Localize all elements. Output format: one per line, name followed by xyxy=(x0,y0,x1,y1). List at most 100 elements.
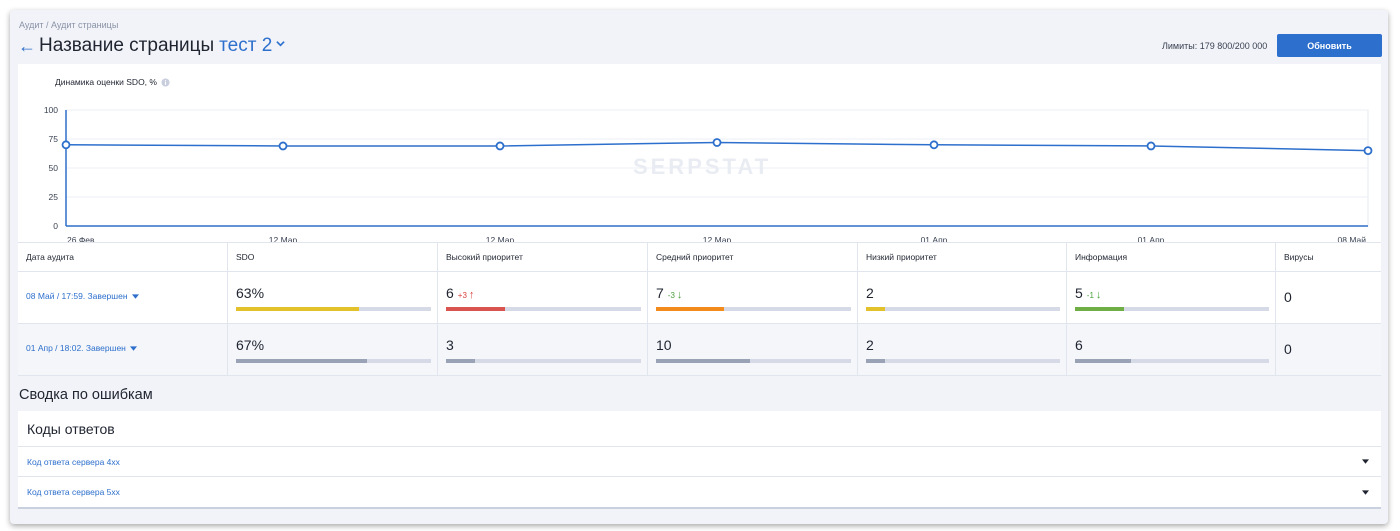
header-info: Информация xyxy=(1067,243,1276,271)
high-bar xyxy=(446,307,641,311)
code-5xx-link[interactable]: Код ответа сервера 5xx xyxy=(27,487,120,497)
arrow-down-icon: ↓ xyxy=(1095,289,1102,301)
page-title: Название страницы xyxy=(39,35,215,56)
bar-fill xyxy=(1075,307,1124,311)
arrow-down-icon: ↓ xyxy=(676,289,683,301)
breadcrumb-current: Аудит страницы xyxy=(51,20,119,30)
breadcrumb-root[interactable]: Аудит xyxy=(19,20,44,30)
bar-fill xyxy=(866,307,886,311)
caret-down-icon[interactable] xyxy=(1362,459,1369,464)
high-delta: +3 xyxy=(457,291,467,300)
arrow-up-icon: ↑ xyxy=(468,289,475,301)
cell-low: 2 xyxy=(858,272,1067,323)
chart-title: Динамика оценки SDO, % xyxy=(55,77,157,87)
watermark: SERPSTAT xyxy=(633,154,771,179)
low-bar xyxy=(866,307,1060,311)
code-4xx-link[interactable]: Код ответа сервера 4xx xyxy=(27,457,120,467)
table-row: 08 Май / 17:59. Завершен 63% 6 +3 ↑ 7 -3 ↓ 2… xyxy=(18,272,1381,324)
cell-sdo: 63% xyxy=(228,272,438,323)
cell-info: 6 xyxy=(1067,324,1276,375)
header-virus: Вирусы xyxy=(1284,252,1314,262)
limits-text: Лимиты: 179 800/200 000 xyxy=(1162,41,1268,51)
bar-fill xyxy=(656,307,725,311)
info-delta: -1 xyxy=(1086,291,1094,300)
refresh-button[interactable]: Обновить xyxy=(1277,34,1382,57)
cell-date: 01 Апр / 18:02. Завершен xyxy=(18,324,228,375)
x-tick-label: 01 Апр xyxy=(921,235,948,242)
chevron-down-icon[interactable] xyxy=(276,39,285,48)
bar-fill xyxy=(446,359,476,363)
high-bar xyxy=(446,359,641,363)
info-value: 6 xyxy=(1075,337,1083,353)
sdo-value: 67% xyxy=(236,337,265,353)
data-point xyxy=(1146,141,1156,151)
bar-fill xyxy=(236,359,367,363)
x-tick-label: 12 Мар xyxy=(703,235,732,242)
caret-down-icon[interactable] xyxy=(1362,489,1369,495)
bar-fill xyxy=(1075,359,1132,363)
medium-bar xyxy=(656,359,851,363)
y-tick-label: 75 xyxy=(49,134,59,144)
cell-low: 2 xyxy=(858,324,1067,375)
sdo-bar xyxy=(236,307,431,311)
bar-fill xyxy=(446,307,505,311)
x-tick-label: 26 Фев xyxy=(67,235,95,242)
arrow-left-icon[interactable]: ← xyxy=(18,37,36,55)
data-point xyxy=(278,141,288,151)
info-bar xyxy=(1075,307,1269,311)
audit-date-label: 08 Май / 17:59. Завершен xyxy=(26,291,128,301)
breadcrumb-separator: / xyxy=(43,20,52,30)
info-value: 5 xyxy=(1075,285,1083,301)
cell-sdo: 67% xyxy=(228,324,438,375)
cell-medium: 7 -3 ↓ xyxy=(648,272,858,323)
info-icon[interactable] xyxy=(161,77,170,87)
table-header: Дата аудита SDO Высокий приоритет Средни… xyxy=(18,243,1381,272)
header-low: Низкий приоритет xyxy=(858,243,1067,271)
cell-high: 3 xyxy=(438,324,648,375)
medium-bar xyxy=(656,307,851,311)
bar-fill xyxy=(866,359,886,363)
list-item[interactable]: Код ответа сервера 5xx xyxy=(18,477,1381,507)
app-frame: Аудит / Аудит страницы ← Название страни… xyxy=(10,10,1388,524)
header-medium: Средний приоритет xyxy=(648,243,858,271)
response-codes-card: Коды ответов Код ответа сервера 4xx Код … xyxy=(18,411,1381,509)
response-codes-title: Коды ответов xyxy=(18,411,1381,447)
high-value: 6 xyxy=(446,285,454,301)
bar-fill xyxy=(236,307,359,311)
low-value: 2 xyxy=(866,337,874,353)
x-tick-label: 01 Апр xyxy=(1138,235,1165,242)
caret-down-icon xyxy=(129,345,137,351)
virus-value: 0 xyxy=(1284,341,1292,357)
header-high: Высокий приоритет xyxy=(438,243,648,271)
chart-title-wrap: Динамика оценки SDO, % xyxy=(55,77,170,87)
low-value: 2 xyxy=(866,285,874,301)
data-point xyxy=(495,141,505,151)
sdo-value: 63% xyxy=(236,285,265,301)
info-bar xyxy=(1075,359,1269,363)
cell-virus: 0 xyxy=(1276,272,1381,323)
data-point xyxy=(712,138,722,147)
cell-date: 08 Май / 17:59. Завершен xyxy=(18,272,228,323)
y-tick-label: 100 xyxy=(44,105,58,115)
audit-date-dropdown[interactable]: 08 Май / 17:59. Завершен xyxy=(26,291,139,301)
cell-medium: 10 xyxy=(648,324,858,375)
audit-date-dropdown[interactable]: 01 Апр / 18:02. Завершен xyxy=(26,343,137,353)
y-tick-label: 25 xyxy=(49,192,59,202)
sdo-bar xyxy=(236,359,431,363)
bar-fill xyxy=(656,359,750,363)
x-tick-label: 12 Мар xyxy=(269,235,298,242)
caret-down-icon xyxy=(131,293,139,299)
data-point xyxy=(1363,146,1373,155)
project-selector[interactable]: тест 2 xyxy=(219,35,272,57)
header-sdo: SDO xyxy=(228,243,438,271)
sdo-chart: 0 25 50 75 100 SERPSTAT 26 Фев 12 Мар 12 Мар 12 М… xyxy=(18,64,1381,242)
list-item[interactable]: Код ответа сервера 4xx xyxy=(18,447,1381,477)
audit-table: Дата аудита SDO Высокий приоритет Средни… xyxy=(18,242,1381,376)
data-point xyxy=(929,140,939,150)
x-tick-label: 08 Май xyxy=(1338,235,1367,242)
low-bar xyxy=(866,359,1060,363)
table-row: 01 Апр / 18:02. Завершен 67% 3 10 2 6 0 xyxy=(18,324,1381,376)
cell-high: 6 +3 ↑ xyxy=(438,272,648,323)
title-row: ← Название страницы тест 2 xyxy=(18,34,285,58)
cell-info: 5 -1 ↓ xyxy=(1067,272,1276,323)
